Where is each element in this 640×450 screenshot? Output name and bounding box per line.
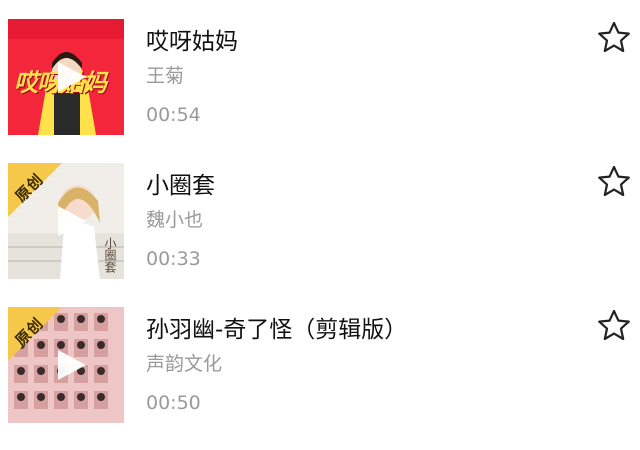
play-icon[interactable]: [54, 348, 88, 382]
song-artist: 王菊: [146, 65, 185, 87]
song-duration: 00:54: [146, 104, 201, 126]
song-row-2[interactable]: 小圈套 原创 小圈套 魏小也 00:33: [0, 144, 640, 288]
play-icon[interactable]: [54, 204, 88, 238]
song-duration: 00:50: [146, 392, 201, 414]
song-artist: 声韵文化: [146, 353, 223, 375]
song-cover-1[interactable]: 哎呀姑妈: [8, 19, 124, 135]
song-cover-2[interactable]: 小圈套 原创: [8, 163, 124, 279]
song-row-3[interactable]: 原创 孙羽幽-奇了怪（剪辑版） 声韵文化 00:50: [0, 288, 640, 432]
song-title[interactable]: 哎呀姑妈: [146, 22, 238, 56]
cover-text-2: 小圈套: [103, 237, 117, 273]
star-outline-icon[interactable]: [596, 20, 632, 56]
song-duration: 00:33: [146, 248, 201, 270]
song-artist: 魏小也: [146, 209, 204, 231]
song-cover-3[interactable]: 原创: [8, 307, 124, 423]
star-outline-icon[interactable]: [596, 308, 632, 344]
song-title[interactable]: 小圈套: [146, 166, 215, 200]
star-outline-icon[interactable]: [596, 164, 632, 200]
song-list: 哎呀姑妈 哎呀姑妈 王菊 00:54 小圈套: [0, 0, 640, 450]
song-row-1[interactable]: 哎呀姑妈 哎呀姑妈 王菊 00:54: [0, 0, 640, 144]
song-title[interactable]: 孙羽幽-奇了怪（剪辑版）: [146, 310, 407, 344]
play-icon[interactable]: [54, 60, 88, 94]
